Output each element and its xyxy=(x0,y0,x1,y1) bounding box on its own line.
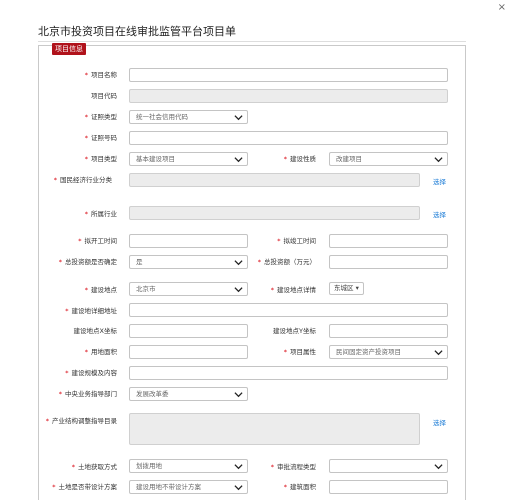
required-mark: * xyxy=(71,463,75,471)
industry-policy-label: * 产业结构调整指导目录 xyxy=(45,417,117,425)
cert-no-input[interactable] xyxy=(129,131,448,145)
location-detail-label: * 建设地点详情 xyxy=(270,286,316,294)
industry-policy-select-link[interactable]: 选择 xyxy=(433,417,446,427)
total-invest-label: * 总投资额（万元） xyxy=(257,258,316,266)
cert-type-select[interactable]: 统一社会信用代码 xyxy=(129,110,248,124)
x-coord-input[interactable] xyxy=(129,324,248,338)
chevron-down-icon xyxy=(234,390,243,399)
invest-confirmed-label: * 总投资额是否确定 xyxy=(58,258,117,266)
chevron-down-icon xyxy=(234,483,243,492)
required-mark: * xyxy=(65,307,69,315)
required-mark: * xyxy=(277,237,281,245)
section-tag: 项目信息 xyxy=(52,43,86,55)
location-label: * 建设地点 xyxy=(84,286,117,294)
project-code-label: 项目代码 xyxy=(91,92,117,100)
caret-down-icon: ▾ xyxy=(355,284,359,292)
approval-type-label: * 审批流程类型 xyxy=(270,463,316,471)
required-mark: * xyxy=(53,176,57,184)
required-mark: * xyxy=(257,258,261,266)
central-dept-select[interactable]: 发展改革委 xyxy=(129,387,248,401)
location-select[interactable]: 北京市 xyxy=(129,282,248,296)
project-name-label: * 项目名称 xyxy=(84,71,117,79)
required-mark: * xyxy=(84,210,88,218)
required-mark: * xyxy=(270,463,274,471)
start-time-label: * 拟开工时间 xyxy=(78,237,117,245)
required-mark: * xyxy=(84,71,88,79)
industry-policy-textarea xyxy=(129,413,420,445)
cert-type-label: * 证照类型 xyxy=(84,113,117,121)
project-attr-select[interactable]: 民间固定资产投资项目 xyxy=(329,345,448,359)
land-area-label: * 用地面积 xyxy=(84,348,117,356)
scale-content-input[interactable] xyxy=(129,366,448,380)
build-area-input[interactable] xyxy=(329,480,448,494)
approval-type-select[interactable] xyxy=(329,459,448,473)
start-time-input[interactable] xyxy=(129,234,248,248)
project-type-select[interactable]: 基本建设项目 xyxy=(129,152,248,166)
x-coord-label: 建设地点X坐标 xyxy=(73,327,117,335)
required-mark: * xyxy=(84,286,88,294)
chevron-down-icon xyxy=(234,113,243,122)
build-nature-label: * 建设性质 xyxy=(283,155,316,163)
required-mark: * xyxy=(84,134,88,142)
land-design-select[interactable]: 建设用地不带设计方案 xyxy=(129,480,248,494)
scale-content-label: * 建设规模及内容 xyxy=(65,369,117,377)
industry-class-select-link[interactable]: 选择 xyxy=(433,176,446,186)
page-title: 北京市投资项目在线审批监管平台项目单 xyxy=(38,25,236,38)
y-coord-input[interactable] xyxy=(329,324,448,338)
required-mark: * xyxy=(283,155,287,163)
required-mark: * xyxy=(84,113,88,121)
required-mark: * xyxy=(45,417,49,425)
required-mark: * xyxy=(283,483,287,491)
required-mark: * xyxy=(52,483,56,491)
chevron-down-icon xyxy=(434,462,443,471)
invest-confirmed-select[interactable]: 是 xyxy=(129,255,248,269)
chevron-down-icon xyxy=(234,285,243,294)
chevron-down-icon xyxy=(434,348,443,357)
required-mark: * xyxy=(65,369,69,377)
chevron-down-icon xyxy=(234,258,243,267)
project-name-input[interactable] xyxy=(129,68,448,82)
cert-no-label: * 证照号码 xyxy=(84,134,117,142)
land-method-select[interactable]: 划拨用地 xyxy=(129,459,248,473)
belong-industry-label: * 所属行业 xyxy=(84,210,117,218)
required-mark: * xyxy=(84,348,88,356)
required-mark: * xyxy=(58,390,62,398)
project-attr-label: * 项目属性 xyxy=(283,348,316,356)
industry-class-input xyxy=(129,173,420,187)
industry-class-label: * 国民经济行业分类 xyxy=(53,176,112,184)
belong-industry-input xyxy=(129,206,420,220)
required-mark: * xyxy=(78,237,82,245)
project-type-label: * 项目类型 xyxy=(84,155,117,163)
land-area-input[interactable] xyxy=(129,345,248,359)
central-dept-label: * 中央业务指导部门 xyxy=(58,390,117,398)
chevron-down-icon xyxy=(434,155,443,164)
chevron-down-icon xyxy=(234,155,243,164)
district-dropdown-button[interactable]: 东城区 ▾ xyxy=(329,282,364,295)
close-button[interactable]: × xyxy=(498,3,506,13)
land-method-label: * 土地获取方式 xyxy=(71,463,117,471)
land-design-label: * 土地是否带设计方案 xyxy=(52,483,117,491)
finish-time-label: * 拟竣工时间 xyxy=(277,237,316,245)
address-label: * 建设地详细地址 xyxy=(65,307,117,315)
chevron-down-icon xyxy=(234,462,243,471)
build-nature-select[interactable]: 改建项目 xyxy=(329,152,448,166)
belong-industry-select-link[interactable]: 选择 xyxy=(433,209,446,219)
required-mark: * xyxy=(283,348,287,356)
address-input[interactable] xyxy=(129,303,448,317)
required-mark: * xyxy=(58,258,62,266)
required-mark: * xyxy=(84,155,88,163)
build-area-label: * 建筑面积 xyxy=(283,483,316,491)
title-divider xyxy=(38,41,466,42)
required-mark: * xyxy=(270,286,274,294)
finish-time-input[interactable] xyxy=(329,234,448,248)
total-invest-input[interactable] xyxy=(329,255,448,269)
y-coord-label: 建设地点Y坐标 xyxy=(273,327,316,335)
project-code-input xyxy=(129,89,448,103)
